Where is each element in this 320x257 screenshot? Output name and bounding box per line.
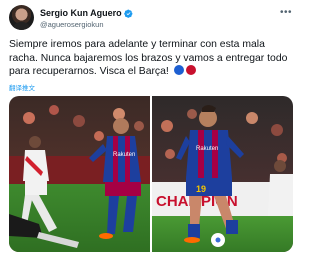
media-image-2[interactable]: CHAMPION Rakuten 19: [152, 96, 293, 252]
red-circle-emoji-icon: [185, 65, 196, 75]
translate-tweet-link[interactable]: 翻译推文: [9, 82, 35, 92]
more-options-icon[interactable]: •••: [280, 7, 292, 18]
author-name-row: Sergio Kun Aguero: [40, 8, 133, 18]
verified-badge-icon: [123, 9, 133, 18]
shorts-number: 19: [196, 184, 206, 194]
author-handle[interactable]: @aguerosergiokun: [40, 20, 104, 29]
tweet-text: Siempre iremos para adelante y terminar …: [9, 38, 293, 79]
shirt-sponsor-text: Rakuten: [196, 146, 218, 152]
shirt-sponsor-text: Rakuten: [113, 152, 135, 158]
media-image-1[interactable]: Rakuten: [9, 96, 150, 252]
tweet-header: Sergio Kun Aguero @aguerosergiokun •••: [9, 5, 293, 31]
tweet-body: Siempre iremos para adelante y terminar …: [9, 39, 288, 77]
tweet-media: Rakuten CHA: [9, 96, 293, 252]
author-name[interactable]: Sergio Kun Aguero: [40, 8, 122, 18]
avatar[interactable]: [9, 5, 34, 30]
blue-circle-emoji-icon: [173, 65, 184, 75]
